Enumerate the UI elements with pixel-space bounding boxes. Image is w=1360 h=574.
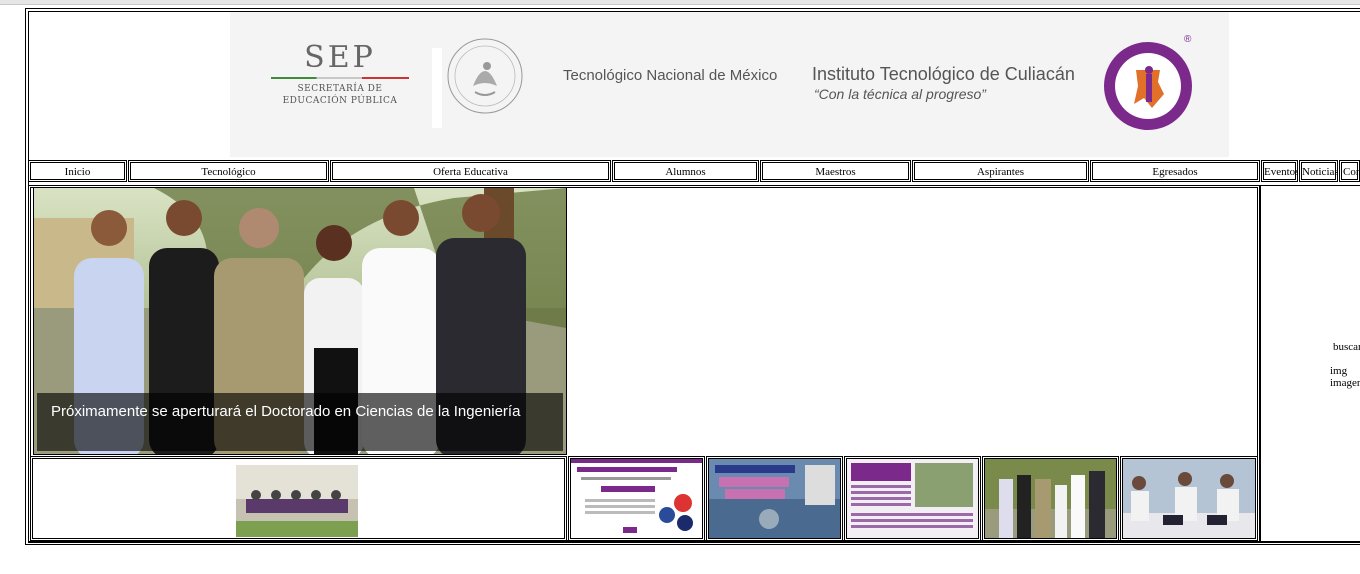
browser-top-edge bbox=[0, 0, 1360, 5]
tecnm-title: Tecnológico Nacional de México bbox=[563, 67, 778, 84]
institute-motto: “Con la técnica al progreso” bbox=[814, 86, 986, 102]
thumb-cell-convenio[interactable] bbox=[1120, 456, 1258, 541]
nav-item-aspirantes[interactable]: Aspirantes bbox=[912, 160, 1089, 182]
itc-logo-icon[interactable] bbox=[1100, 34, 1198, 132]
hero-slide[interactable]: Próximamente se aperturará el Doctorado … bbox=[33, 187, 567, 455]
sep-stripe bbox=[271, 77, 409, 79]
thumb-main-cell bbox=[30, 456, 567, 541]
thumb-cell-talleres[interactable] bbox=[844, 456, 981, 541]
nav-item-contacto[interactable]: Cont bbox=[1339, 160, 1360, 182]
nav-item-tecnologico[interactable]: Tecnológico bbox=[128, 160, 329, 182]
sep-title: SEP bbox=[304, 40, 376, 75]
nav-item-oferta-educativa[interactable]: Oferta Educativa bbox=[330, 160, 611, 182]
logo-divider bbox=[432, 48, 442, 128]
thumb-cell-lenguas[interactable] bbox=[568, 456, 705, 541]
nav-item-noticias[interactable]: Noticias bbox=[1299, 160, 1338, 182]
sep-subtitle-1: SECRETARÍA DE bbox=[297, 84, 383, 94]
sep-logo: SEP SECRETARÍA DE EDUCACIÓN PÚBLICA bbox=[270, 42, 410, 122]
thumb-cell-doctorado[interactable] bbox=[982, 456, 1119, 541]
sidebar-image-label: img imagen bbox=[1330, 365, 1360, 389]
thumb-convenio bbox=[1123, 459, 1255, 538]
institute-title: Instituto Tecnológico de Culiacán bbox=[812, 64, 1075, 84]
header-banner: SEP SECRETARÍA DE EDUCACIÓN PÚBLICA Tecn… bbox=[230, 12, 1229, 157]
registered-mark: ® bbox=[1184, 34, 1192, 45]
thumb-doctorado bbox=[985, 459, 1116, 538]
hero-caption: Próximamente se aperturará el Doctorado … bbox=[37, 393, 563, 451]
nav-item-egresados[interactable]: Egresados bbox=[1090, 160, 1260, 182]
thumb-ceremony[interactable] bbox=[236, 465, 358, 537]
thumb-lenguas-extranjeras bbox=[571, 459, 702, 538]
nav-item-maestros[interactable]: Maestros bbox=[760, 160, 911, 182]
sep-subtitle-2: EDUCACIÓN PÚBLICA bbox=[282, 96, 398, 106]
thumb-talleres bbox=[847, 459, 978, 538]
sidebar-frame: buscar img imagen bbox=[1260, 185, 1360, 543]
nav-item-eventos[interactable]: Eventos bbox=[1261, 160, 1298, 182]
nav-item-alumnos[interactable]: Alumnos bbox=[612, 160, 759, 182]
sidebar-search-label[interactable]: buscar bbox=[1333, 341, 1360, 353]
thumb-verano-cientifico bbox=[709, 459, 840, 538]
mexican-seal-icon bbox=[447, 38, 523, 114]
nav-item-inicio[interactable]: Inicio bbox=[28, 160, 127, 182]
thumb-cell-verano[interactable] bbox=[706, 456, 843, 541]
